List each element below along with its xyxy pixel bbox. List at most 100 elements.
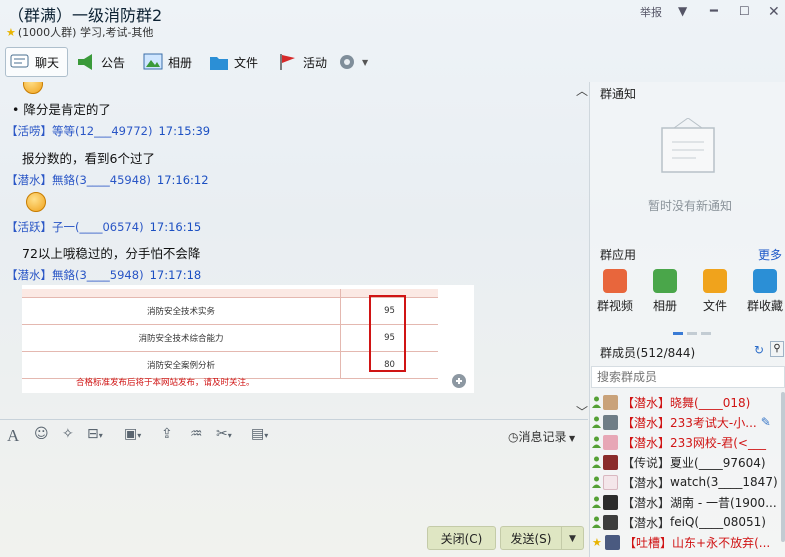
list-item[interactable]: 【潜水】 湖南 - 一昔(1900...: [592, 492, 785, 512]
apps-title: 群应用: [600, 248, 637, 262]
notice-board-icon: [660, 117, 716, 176]
report-link[interactable]: 举报: [640, 4, 662, 20]
list-item[interactable]: 【潜水】 watch(3____1847): [592, 472, 785, 492]
user-icon: [592, 496, 601, 508]
group-category: (1000人群) 学习,考试-其他: [17, 26, 154, 39]
list-item[interactable]: 【潜水】 feiQ(____08051): [592, 512, 785, 532]
apps-more-link[interactable]: 更多: [758, 246, 782, 263]
sender-link[interactable]: 等等(12___49772): [52, 124, 152, 138]
folder-icon: [209, 53, 229, 71]
zoom-in-icon[interactable]: [452, 374, 466, 388]
sender-link[interactable]: 子一(____06574): [52, 220, 144, 234]
list-item[interactable]: 【潜水】 233考试大-小... ✎: [592, 412, 785, 432]
gear-icon: [337, 53, 357, 71]
app-group-video[interactable]: 群视频: [590, 269, 640, 314]
star-icon: ★: [6, 26, 16, 39]
avatar: [603, 474, 618, 490]
folder-icon: [703, 269, 727, 293]
avatar: [605, 534, 620, 550]
upload-icon[interactable]: ⇪: [161, 426, 173, 442]
tab-activity[interactable]: 活动: [278, 48, 327, 76]
notice-empty-text: 暂时没有新通知: [648, 199, 733, 213]
gift-icon[interactable]: ⊟▾: [87, 426, 103, 442]
video-icon: [603, 269, 627, 293]
emoji-picker-icon[interactable]: ☺: [34, 426, 49, 442]
user-icon: [592, 516, 601, 528]
group-toolbar: 聊天 公告 相册 文件 活动 ▼: [0, 44, 785, 80]
user-icon: [592, 436, 601, 448]
window-title: （群满）一级消防群2: [8, 6, 163, 25]
avatar: [603, 514, 618, 530]
avatar: [603, 414, 618, 430]
tab-chat-label: 聊天: [35, 55, 60, 70]
font-icon[interactable]: A: [7, 426, 19, 446]
emoji-icon: [26, 192, 46, 212]
tab-files-label: 文件: [234, 55, 259, 70]
input-toolbar: A ☺ ✧ ⊟▾ ▣▾ ⇪ ♒ ✂▾ ▤▾: [0, 424, 588, 448]
list-item[interactable]: 【潜水】 233网校-君(<___: [592, 432, 785, 452]
more-tools-icon[interactable]: ▤▾: [251, 426, 268, 442]
bookmark-icon: [753, 269, 777, 293]
divider: [0, 419, 588, 420]
magic-wand-icon[interactable]: ✧: [62, 426, 74, 442]
sender-link[interactable]: 無鉻(3____5948): [52, 268, 144, 282]
tab-announce-label: 公告: [101, 55, 126, 70]
edit-icon[interactable]: ✎: [761, 415, 771, 429]
tab-album[interactable]: 相册: [143, 48, 192, 76]
search-icon[interactable]: ⚲: [770, 341, 784, 357]
message-input[interactable]: [0, 452, 588, 522]
score-note: 合格标准发布后将于本网站发布，请及时关注。: [76, 378, 255, 388]
avatar: [603, 394, 618, 410]
close-button[interactable]: 关闭(C): [427, 526, 496, 550]
send-button[interactable]: 发送(S): [500, 526, 562, 550]
tab-files[interactable]: 文件: [209, 48, 258, 76]
member-list-scrollbar[interactable]: [781, 392, 785, 542]
message-header: 【活唠】等等(12___49772) 17:15:39: [6, 124, 211, 138]
list-item[interactable]: 【潜水】 晓舞(____018): [592, 392, 785, 412]
members-title: 群成员(512/844): [600, 346, 696, 360]
maximize-icon[interactable]: ☐: [739, 4, 750, 18]
tab-announce[interactable]: 公告: [76, 48, 125, 76]
user-icon: [592, 456, 601, 468]
list-item[interactable]: ★ 【吐槽】 山东+永不放弃(...: [592, 532, 785, 552]
sender-link[interactable]: 無鉻(3____45948): [52, 173, 151, 187]
message-text: • 降分是肯定的了: [12, 102, 111, 117]
image-icon[interactable]: ▣▾: [124, 426, 141, 442]
app-favorites[interactable]: 群收藏: [740, 269, 785, 314]
score-highlight-box: [369, 295, 406, 372]
dropdown-arrow-icon[interactable]: ▼: [678, 4, 687, 18]
app-album[interactable]: 相册: [640, 269, 690, 314]
voice-icon[interactable]: ♒: [190, 426, 203, 442]
tab-album-label: 相册: [168, 55, 193, 70]
megaphone-icon: [76, 53, 96, 71]
refresh-icon[interactable]: ↻: [754, 343, 764, 357]
chevron-down-icon[interactable]: ﹀: [576, 403, 588, 420]
message-header: 【潜水】無鉻(3____45948) 17:16:12: [6, 173, 209, 187]
clock-icon: ◷: [508, 430, 519, 444]
photo-icon: [143, 53, 163, 71]
photo-icon: [653, 269, 677, 293]
chevron-down-icon: ▼: [566, 434, 576, 443]
message-header: 【活跃】子一(____06574) 17:16:15: [6, 220, 202, 234]
chevron-down-icon: ▼: [362, 57, 369, 67]
pager-dots[interactable]: [673, 325, 713, 339]
flag-icon: [278, 53, 298, 71]
user-icon: [592, 476, 601, 488]
group-subtitle: ★ (1000人群) 学习,考试-其他: [6, 24, 153, 40]
emoji-icon: [23, 82, 43, 94]
app-files[interactable]: 文件: [690, 269, 740, 314]
minimize-icon[interactable]: ━: [710, 4, 718, 19]
star-icon: ★: [592, 536, 602, 549]
chat-icon: [10, 53, 30, 71]
message-history-button[interactable]: ◷消息记录 ▼: [508, 428, 575, 445]
member-search-input[interactable]: [591, 366, 785, 388]
score-image[interactable]: 消防安全技术实务 95 消防安全技术综合能力 95 消防安全案例分析 80 合格标准发…: [22, 285, 474, 393]
close-icon[interactable]: ✕: [768, 4, 780, 20]
chevron-up-icon[interactable]: ︿: [576, 82, 588, 99]
scissors-icon[interactable]: ✂▾: [216, 426, 232, 442]
settings-menu[interactable]: ▼: [337, 48, 368, 76]
send-options-button[interactable]: ▼: [562, 526, 584, 550]
list-item[interactable]: 【传说】 夏业(____97604): [592, 452, 785, 472]
tab-chat[interactable]: 聊天: [5, 47, 68, 77]
message-text: 72以上哦稳过的，分手怕不会降: [22, 246, 201, 261]
